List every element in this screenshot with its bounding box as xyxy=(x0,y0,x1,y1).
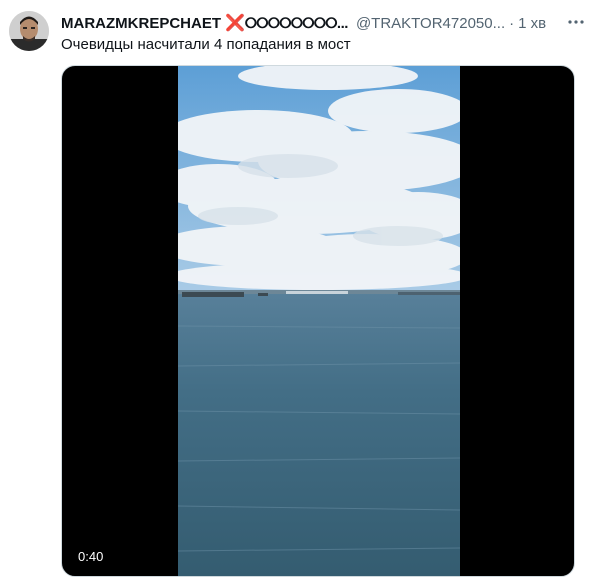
tweet-text: Очевидцы насчитали 4 попадания в мост xyxy=(61,36,351,53)
cross-emoji: ❌ xyxy=(225,15,245,32)
author-name[interactable]: MARAZMKREPCHAET xyxy=(61,15,221,32)
tweet-card[interactable]: MARAZMKREPCHAET ❌ ⭘⭘⭘⭘⭘⭘⭘⭘... @TRAKTOR47… xyxy=(0,0,592,586)
separator-dot: · xyxy=(509,14,515,32)
more-options-button[interactable] xyxy=(566,12,586,32)
ellipsis-icon xyxy=(568,20,584,24)
video-duration: 0:40 xyxy=(73,547,109,566)
circles-emoji: ⭘⭘⭘⭘⭘⭘⭘⭘... xyxy=(244,14,349,32)
author-handle[interactable]: @TRAKTOR472050... xyxy=(356,15,505,32)
avatar-image xyxy=(9,11,49,51)
video-thumbnail xyxy=(178,66,460,576)
video-frame xyxy=(178,66,460,576)
tweet-time[interactable]: 1 хв xyxy=(518,15,546,32)
video-player[interactable]: 0:40 xyxy=(61,65,575,577)
avatar[interactable] xyxy=(9,11,49,51)
tweet-header: MARAZMKREPCHAET ❌ ⭘⭘⭘⭘⭘⭘⭘⭘... @TRAKTOR47… xyxy=(61,13,584,33)
